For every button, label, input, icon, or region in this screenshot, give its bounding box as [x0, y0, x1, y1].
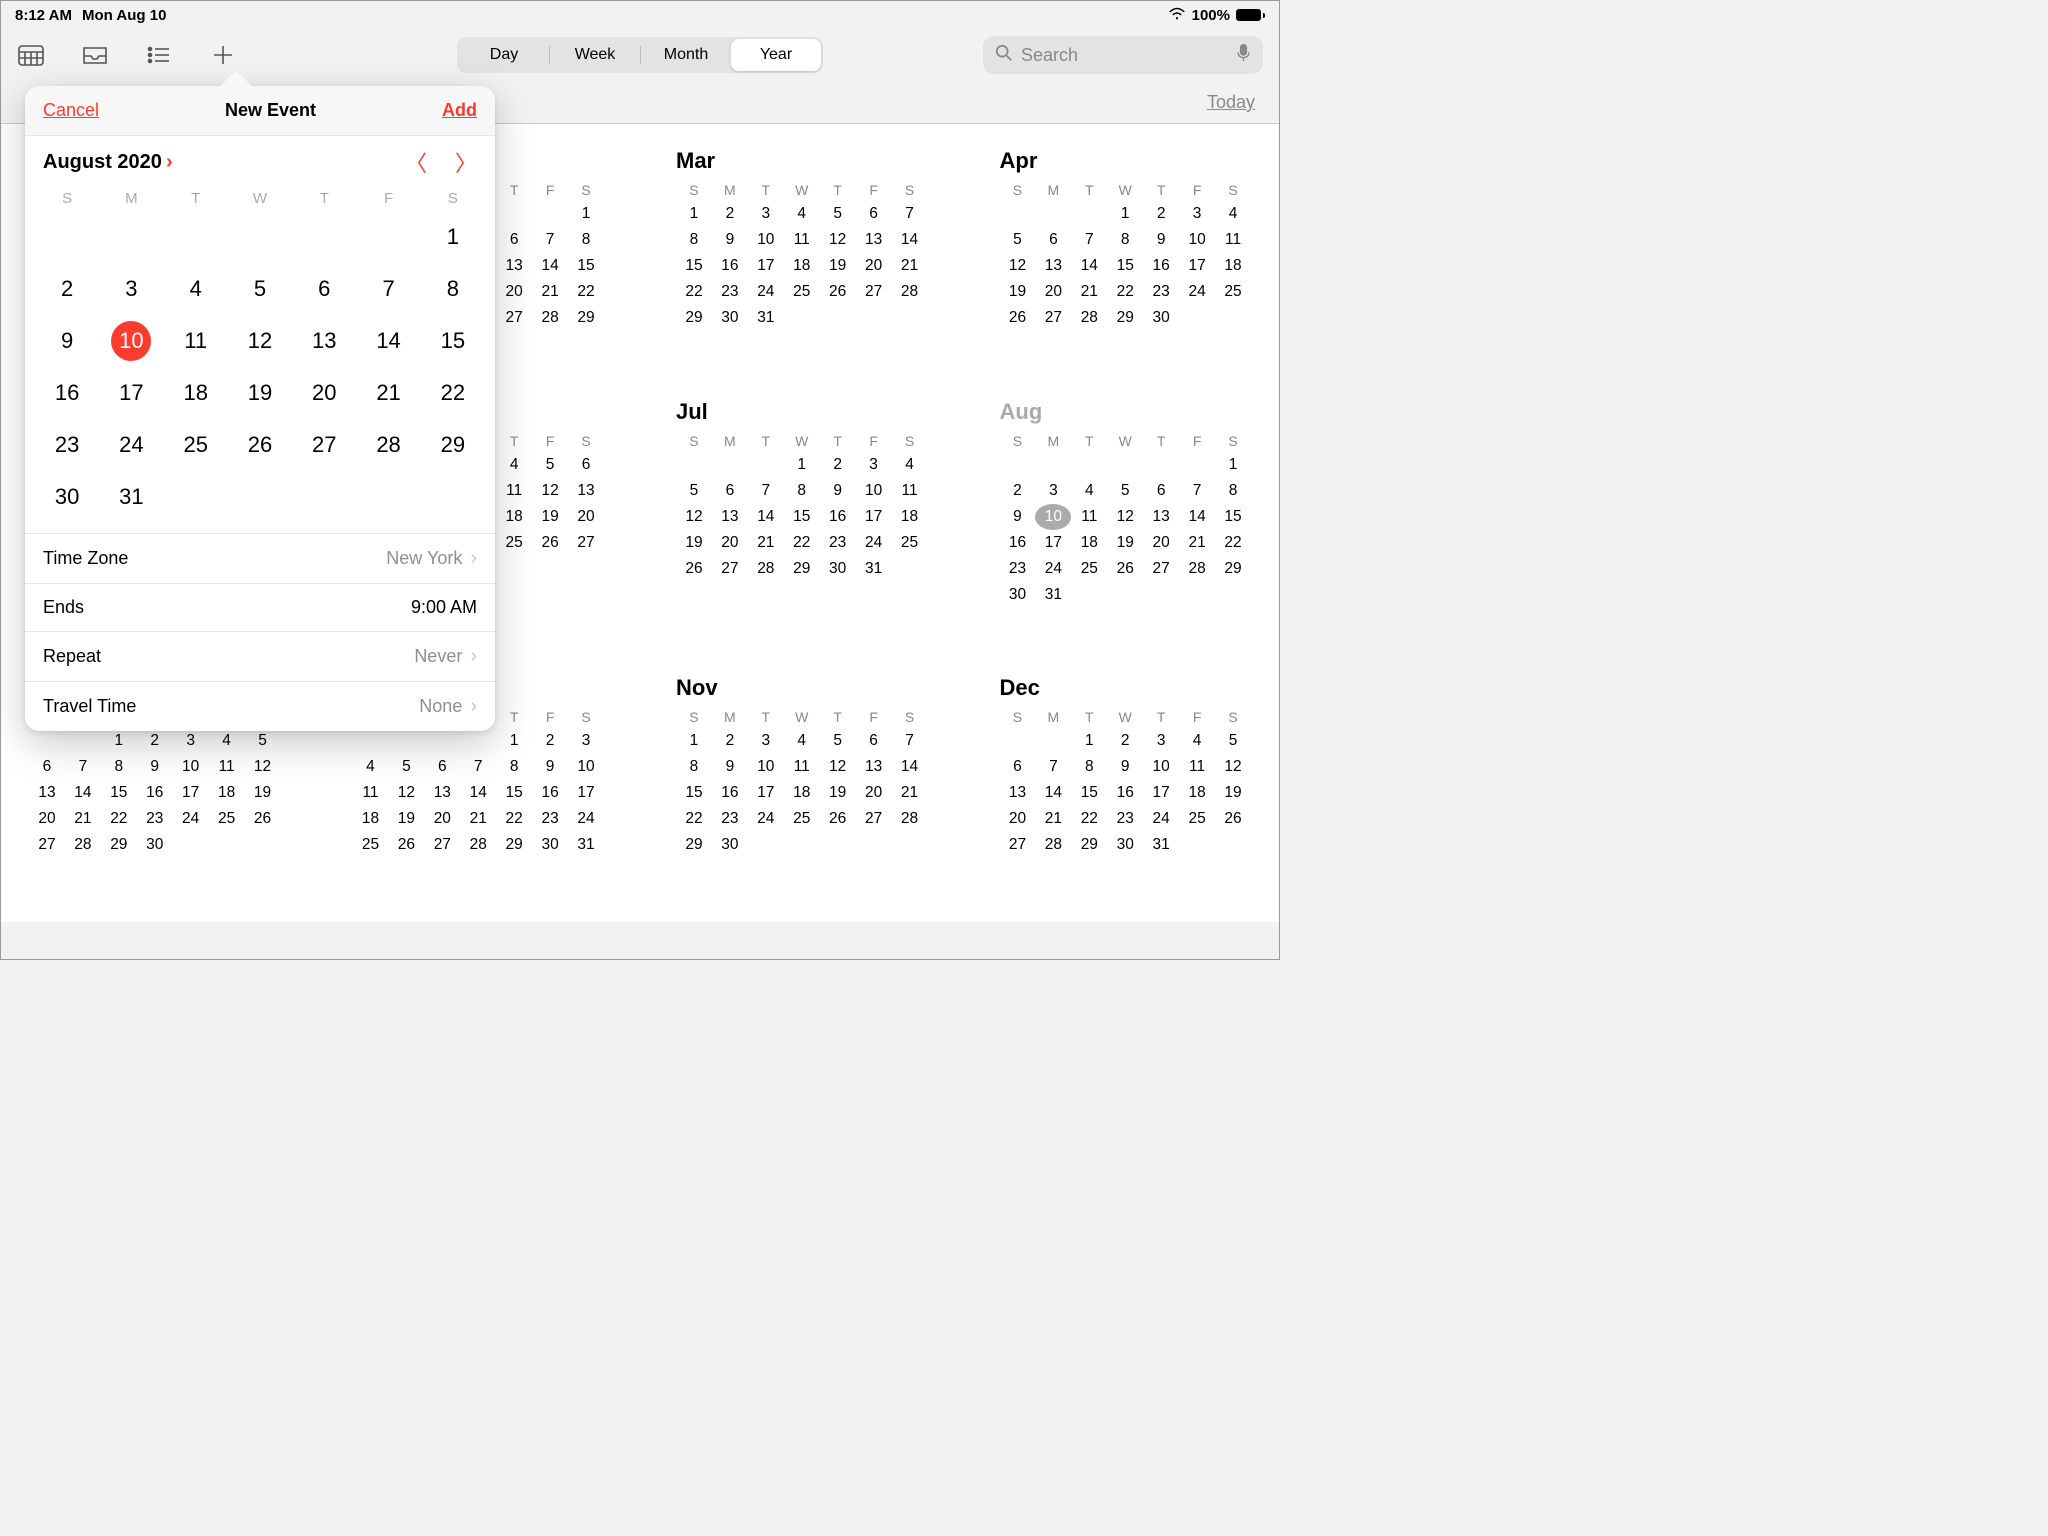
date-cell[interactable]: 6	[292, 263, 356, 315]
month-block[interactable]: DecSMTWTFS123456789101112131415161718192…	[1000, 675, 1252, 898]
toolbar: Day Week Month Year Search	[1, 26, 1279, 84]
calendar-icon[interactable]	[17, 43, 45, 67]
date-cell	[164, 471, 228, 523]
date-cell[interactable]: 22	[421, 367, 485, 419]
prev-month-button[interactable]: 〈	[405, 146, 427, 178]
status-bar: 8:12 AM Mon Aug 10 100%	[1, 1, 1279, 26]
timezone-row[interactable]: Time Zone New York›	[25, 533, 495, 583]
add-button[interactable]: Add	[442, 100, 477, 121]
seg-month[interactable]: Month	[641, 39, 731, 71]
month-name: Jul	[676, 399, 928, 425]
travel-row[interactable]: Travel Time None›	[25, 681, 495, 731]
search-field[interactable]: Search	[983, 36, 1263, 74]
status-date: Mon Aug 10	[82, 7, 166, 24]
plus-icon[interactable]	[209, 43, 237, 67]
date-cell[interactable]: 3	[99, 263, 163, 315]
date-cell[interactable]: 13	[292, 315, 356, 367]
next-month-button[interactable]: 〉	[455, 146, 477, 178]
chevron-right-icon: ›	[470, 695, 477, 718]
date-cell	[421, 471, 485, 523]
date-cell[interactable]: 7	[356, 263, 420, 315]
date-cell[interactable]: 1	[421, 211, 485, 263]
date-cell[interactable]: 19	[228, 367, 292, 419]
date-cell[interactable]: 30	[35, 471, 99, 523]
seg-day[interactable]: Day	[459, 39, 549, 71]
timezone-label: Time Zone	[43, 548, 128, 569]
popover-month-label[interactable]: August 2020 ›	[43, 151, 173, 174]
inbox-icon[interactable]	[81, 43, 109, 67]
chevron-right-icon: ›	[470, 645, 477, 668]
date-cell	[292, 211, 356, 263]
repeat-label: Repeat	[43, 646, 101, 667]
month-name: Mar	[676, 148, 928, 174]
cancel-button[interactable]: Cancel	[43, 100, 99, 121]
date-cell[interactable]: 16	[35, 367, 99, 419]
date-cell[interactable]: 8	[421, 263, 485, 315]
date-cell[interactable]: 31	[99, 471, 163, 523]
date-cell	[356, 211, 420, 263]
date-cell[interactable]: 2	[35, 263, 99, 315]
date-cell[interactable]: 15	[421, 315, 485, 367]
date-cell[interactable]: 29	[421, 419, 485, 471]
date-cell[interactable]: 28	[356, 419, 420, 471]
month-block[interactable]: MarSMTWTFS123456789101112131415161718192…	[676, 148, 928, 371]
date-cell[interactable]: 4	[164, 263, 228, 315]
month-name: Aug	[1000, 399, 1252, 425]
wifi-icon	[1168, 6, 1186, 24]
date-cell[interactable]: 12	[228, 315, 292, 367]
date-cell	[164, 211, 228, 263]
date-cell[interactable]: 23	[35, 419, 99, 471]
chevron-right-icon: ›	[470, 547, 477, 570]
date-cell[interactable]: 18	[164, 367, 228, 419]
month-block[interactable]: NovSMTWTFS123456789101112131415161718192…	[676, 675, 928, 898]
seg-year[interactable]: Year	[731, 39, 821, 71]
chevron-right-icon: ›	[166, 151, 173, 174]
date-cell[interactable]: 27	[292, 419, 356, 471]
date-cell[interactable]: 5	[228, 263, 292, 315]
date-cell[interactable]: 21	[356, 367, 420, 419]
date-cell[interactable]: 14	[356, 315, 420, 367]
date-cell[interactable]: 26	[228, 419, 292, 471]
view-segmented-control: Day Week Month Year	[457, 37, 823, 73]
date-cell	[228, 471, 292, 523]
seg-week[interactable]: Week	[550, 39, 640, 71]
popover-calendar: 1234567891011121314151617181920212223242…	[25, 211, 495, 533]
date-cell[interactable]: 9	[35, 315, 99, 367]
date-cell[interactable]: 25	[164, 419, 228, 471]
month-name: Dec	[1000, 675, 1252, 701]
month-block[interactable]: AugSMTWTFS123456789101112131415161718192…	[1000, 399, 1252, 648]
date-cell	[356, 471, 420, 523]
date-cell	[228, 211, 292, 263]
travel-label: Travel Time	[43, 696, 136, 717]
date-cell[interactable]: 20	[292, 367, 356, 419]
battery-icon	[1236, 9, 1265, 21]
list-icon[interactable]	[145, 43, 173, 67]
month-name: Nov	[676, 675, 928, 701]
month-block[interactable]: JulSMTWTFS123456789101112131415161718192…	[676, 399, 928, 648]
mic-icon[interactable]	[1236, 44, 1251, 67]
date-cell[interactable]: 11	[164, 315, 228, 367]
date-cell[interactable]: 24	[99, 419, 163, 471]
today-button[interactable]: Today	[1207, 92, 1255, 113]
date-cell	[292, 471, 356, 523]
ends-label: Ends	[43, 597, 84, 618]
new-event-popover: Cancel New Event Add August 2020 › 〈 〉 S…	[25, 86, 495, 731]
search-icon	[995, 44, 1013, 67]
popover-title: New Event	[225, 100, 316, 121]
search-placeholder: Search	[1021, 45, 1228, 66]
date-cell[interactable]: 17	[99, 367, 163, 419]
repeat-row[interactable]: Repeat Never›	[25, 631, 495, 681]
ends-row[interactable]: Ends 9:00 AM	[25, 583, 495, 631]
status-time: 8:12 AM	[15, 7, 72, 24]
popover-weekday-header: SMTWTFS	[25, 182, 495, 211]
battery-percent: 100%	[1192, 7, 1230, 24]
month-block[interactable]: AprSMTWTFS123456789101112131415161718192…	[1000, 148, 1252, 371]
date-cell[interactable]: 10	[99, 315, 163, 367]
date-cell	[99, 211, 163, 263]
month-name: Apr	[1000, 148, 1252, 174]
date-cell	[35, 211, 99, 263]
